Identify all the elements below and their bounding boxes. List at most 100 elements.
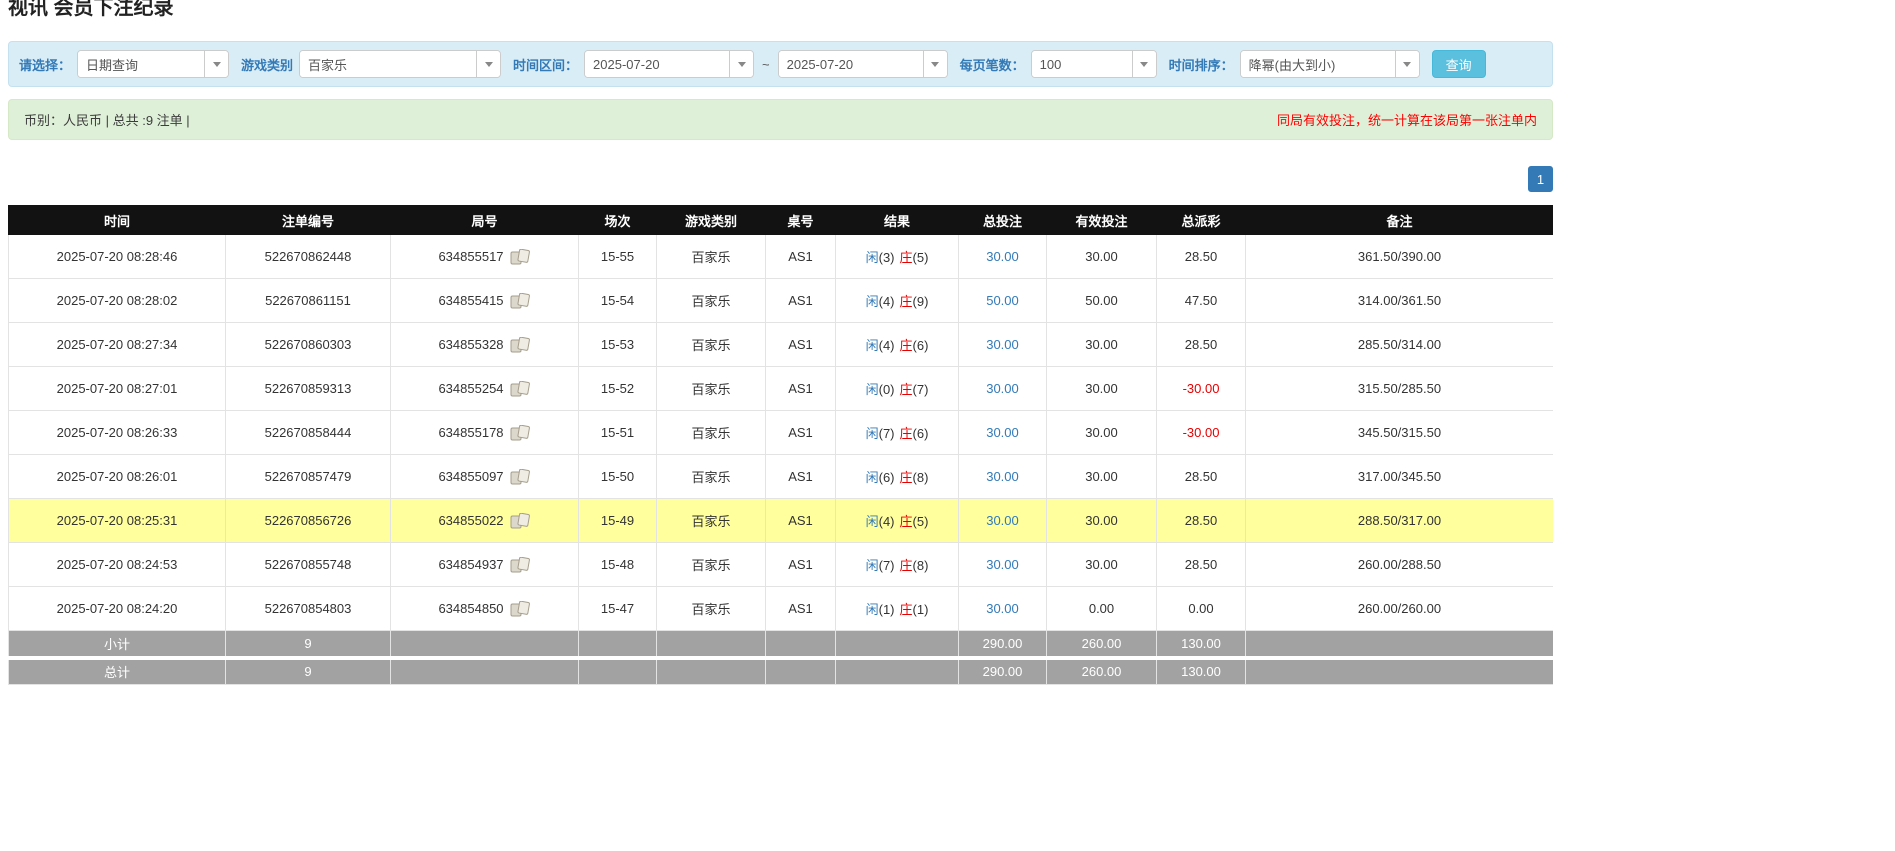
round-replay-icon[interactable] — [510, 425, 531, 440]
cell-note: 285.50/314.00 — [1246, 323, 1554, 367]
round-replay-icon[interactable] — [510, 513, 531, 528]
sort-order-dropdown-button[interactable] — [1395, 51, 1419, 77]
game-type-input[interactable] — [300, 51, 476, 77]
cell-table-no: AS1 — [766, 367, 836, 411]
cell-bet-no: 522670854803 — [226, 587, 391, 631]
query-type-input[interactable] — [78, 51, 204, 77]
cell-game-type: 百家乐 — [657, 235, 766, 279]
summary-bar: 币别：人民币 | 总共 :9 注单 | 同局有效投注，统一计算在该局第一张注单内 — [8, 99, 1553, 140]
query-type-dropdown-button[interactable] — [204, 51, 228, 77]
col-header-payout: 总派彩 — [1157, 206, 1246, 235]
cell-bet-no: 522670858444 — [226, 411, 391, 455]
round-replay-icon[interactable] — [510, 601, 531, 616]
game-type-dropdown-button[interactable] — [476, 51, 500, 77]
cell-bet-no: 522670855748 — [226, 543, 391, 587]
table-row: 2025-07-20 08:24:53522670855748634854937… — [9, 543, 1554, 587]
cell-valid-bet: 50.00 — [1047, 279, 1157, 323]
result-player: 闲 — [866, 602, 879, 617]
result-banker: 庄 — [900, 338, 913, 353]
date-from-dropdown-button[interactable] — [729, 51, 753, 77]
cell-payout: -30.00 — [1157, 367, 1246, 411]
total-bet-link[interactable]: 30.00 — [986, 469, 1019, 484]
result-banker: 庄 — [900, 382, 913, 397]
date-from-input[interactable] — [585, 51, 729, 77]
cell-bet-no: 522670859313 — [226, 367, 391, 411]
cell-payout: 28.50 — [1157, 543, 1246, 587]
date-to-dropdown-button[interactable] — [923, 51, 947, 77]
col-header-session: 场次 — [579, 206, 657, 235]
filter-group-per-page: 每页笔数： — [960, 50, 1157, 78]
cell-valid-bet: 30.00 — [1047, 543, 1157, 587]
filter-group-date-range: 时间区间： ~ — [513, 50, 948, 78]
total-bet-link[interactable]: 30.00 — [986, 513, 1019, 528]
cell-game-type: 百家乐 — [657, 323, 766, 367]
table-row: 2025-07-20 08:28:02522670861151634855415… — [9, 279, 1554, 323]
per-page-dropdown-button[interactable] — [1132, 51, 1156, 77]
cell-result: 闲(0)庄(7) — [836, 367, 959, 411]
round-replay-icon[interactable] — [510, 337, 531, 352]
cell-note: 260.00/288.50 — [1246, 543, 1554, 587]
filter-group-query-type: 请选择： — [19, 50, 229, 78]
cell-result: 闲(7)庄(6) — [836, 411, 959, 455]
game-type-combo — [299, 50, 501, 78]
table-row: 2025-07-20 08:24:20522670854803634854850… — [9, 587, 1554, 631]
date-range-label: 时间区间： — [513, 55, 578, 74]
records-body: 2025-07-20 08:28:46522670862448634855517… — [9, 235, 1554, 631]
round-replay-icon[interactable] — [510, 381, 531, 396]
date-to-input[interactable] — [779, 51, 923, 77]
per-page-input[interactable] — [1032, 51, 1132, 77]
cell-valid-bet: 30.00 — [1047, 455, 1157, 499]
result-player: 闲 — [866, 558, 879, 573]
summary-warning-note: 同局有效投注，统一计算在该局第一张注单内 — [1277, 110, 1537, 129]
cell-valid-bet: 30.00 — [1047, 499, 1157, 543]
query-button[interactable]: 查询 — [1432, 50, 1486, 78]
cell-payout: 47.50 — [1157, 279, 1246, 323]
total-bet-link[interactable]: 30.00 — [986, 337, 1019, 352]
date-range-separator: ~ — [762, 57, 770, 72]
cell-session: 15-50 — [579, 455, 657, 499]
result-banker: 庄 — [900, 426, 913, 441]
round-replay-icon[interactable] — [510, 293, 531, 308]
cell-round-no: 634855178 — [391, 411, 579, 455]
filter-group-game: 游戏类别 — [241, 50, 501, 78]
cell-note: 288.50/317.00 — [1246, 499, 1554, 543]
result-banker: 庄 — [900, 602, 913, 617]
cell-total-bet: 30.00 — [959, 367, 1047, 411]
total-bet-link[interactable]: 30.00 — [986, 381, 1019, 396]
grand-total-payout: 130.00 — [1157, 658, 1246, 685]
grand-total-count: 9 — [226, 658, 391, 685]
bet-records-table: 时间 注单编号 局号 场次 游戏类别 桌号 结果 总投注 有效投注 总派彩 备注… — [8, 205, 1553, 685]
round-replay-icon[interactable] — [510, 469, 531, 484]
grand-total-label: 总计 — [9, 658, 226, 685]
total-bet-link[interactable]: 30.00 — [986, 425, 1019, 440]
grand-total-total-bet: 290.00 — [959, 658, 1047, 685]
round-replay-icon[interactable] — [510, 249, 531, 264]
cell-time: 2025-07-20 08:25:31 — [9, 499, 226, 543]
sort-order-label: 时间排序： — [1169, 55, 1234, 74]
subtotal-payout: 130.00 — [1157, 631, 1246, 658]
round-replay-icon[interactable] — [510, 557, 531, 572]
sort-order-input[interactable] — [1241, 51, 1395, 77]
cell-time: 2025-07-20 08:26:01 — [9, 455, 226, 499]
total-bet-link[interactable]: 30.00 — [986, 557, 1019, 572]
col-header-round-no: 局号 — [391, 206, 579, 235]
pagination-page-1[interactable]: 1 — [1528, 166, 1553, 192]
cell-result: 闲(4)庄(5) — [836, 499, 959, 543]
cell-game-type: 百家乐 — [657, 455, 766, 499]
result-banker: 庄 — [900, 250, 913, 265]
cell-session: 15-51 — [579, 411, 657, 455]
filter-group-sort: 时间排序： — [1169, 50, 1420, 78]
grand-total-valid-bet: 260.00 — [1047, 658, 1157, 685]
total-bet-link[interactable]: 50.00 — [986, 293, 1019, 308]
total-bet-link[interactable]: 30.00 — [986, 249, 1019, 264]
col-header-game-type: 游戏类别 — [657, 206, 766, 235]
total-bet-link[interactable]: 30.00 — [986, 601, 1019, 616]
table-row: 2025-07-20 08:28:46522670862448634855517… — [9, 235, 1554, 279]
per-page-combo — [1031, 50, 1157, 78]
page-title: 视讯 会员下注纪录 — [8, 0, 1553, 20]
cell-bet-no: 522670857479 — [226, 455, 391, 499]
pagination: 1 — [8, 166, 1553, 192]
cell-bet-no: 522670862448 — [226, 235, 391, 279]
result-player: 闲 — [866, 250, 879, 265]
cell-time: 2025-07-20 08:28:46 — [9, 235, 226, 279]
